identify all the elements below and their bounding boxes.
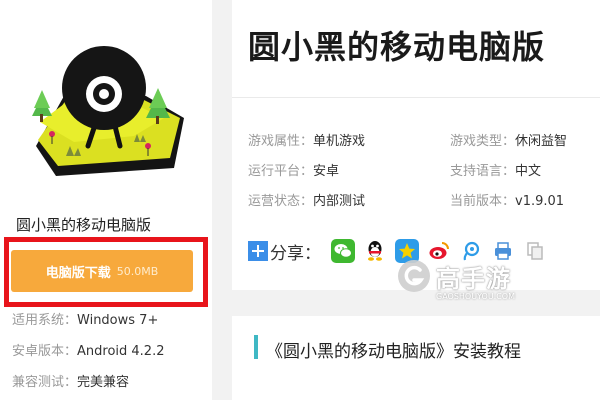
info-version: 当前版本：v1.9.01 [450,190,564,209]
page-title: 圆小黑的移动电脑版 [248,28,546,66]
info-key: 支持语言： [450,164,516,179]
app-icon[interactable] [14,18,196,200]
info-status: 运营状态：内部测试 [248,190,365,209]
watermark-text: 高手游 [436,265,511,293]
watermark-logo: 高手游 GAOSHOUYOU.COM [396,252,526,310]
download-size: 50.0MB [116,264,159,278]
meta-value: 完美兼容 [77,375,130,390]
meta-key: 适用系统： [12,313,78,328]
info-type: 游戏类型：休闲益智 [450,130,567,149]
wechat-icon[interactable] [331,239,355,263]
info-platform: 运行平台：安卓 [248,160,339,179]
meta-value: Android 4.2.2 [77,344,165,359]
meta-key: 安卓版本： [12,344,78,359]
meta-android: 安卓版本：Android 4.2.2 [12,340,165,359]
info-key: 运营状态： [248,194,314,209]
info-key: 游戏属性： [248,134,314,149]
info-value: v1.9.01 [515,194,565,209]
info-key: 游戏类型： [450,134,516,149]
info-card: 圆小黑的移动电脑版 游戏属性：单机游戏 游戏类型：休闲益智 运行平台：安卓 支持… [232,0,600,290]
info-value: 内部测试 [313,194,366,209]
share-plus-icon[interactable] [248,241,268,261]
copy-icon[interactable] [523,239,547,263]
download-label: 电脑版下载 [45,265,111,281]
info-key: 当前版本： [450,194,516,209]
pc-download-button[interactable]: 电脑版下载 50.0MB [11,250,193,292]
app-card: 圆小黑的移动电脑版 电脑版下载 50.0MB 适用系统：Windows 7+ 安… [0,0,212,400]
meta-compat: 兼容测试：完美兼容 [12,371,129,390]
tutorial-title[interactable]: 《圆小黑的移动电脑版》安装教程 [266,337,521,362]
info-attribute: 游戏属性：单机游戏 [248,130,365,149]
info-key: 运行平台： [248,164,314,179]
share-label: 分享： [270,243,321,264]
watermark-domain: GAOSHOUYOU.COM [436,292,516,301]
divider [232,97,600,98]
info-language: 支持语言：中文 [450,160,541,179]
info-value: 安卓 [313,164,340,179]
app-name: 圆小黑的移动电脑版 [16,216,152,234]
tutorial-card: 《圆小黑的移动电脑版》安装教程 [232,316,600,400]
accent-bar [254,335,258,359]
info-value: 中文 [515,164,542,179]
meta-value: Windows 7+ [77,313,159,328]
watermark-g-icon [398,260,430,292]
info-value: 单机游戏 [313,134,366,149]
qq-icon[interactable] [363,239,387,263]
meta-key: 兼容测试： [12,375,78,390]
info-value: 休闲益智 [515,134,568,149]
meta-system: 适用系统：Windows 7+ [12,309,158,328]
